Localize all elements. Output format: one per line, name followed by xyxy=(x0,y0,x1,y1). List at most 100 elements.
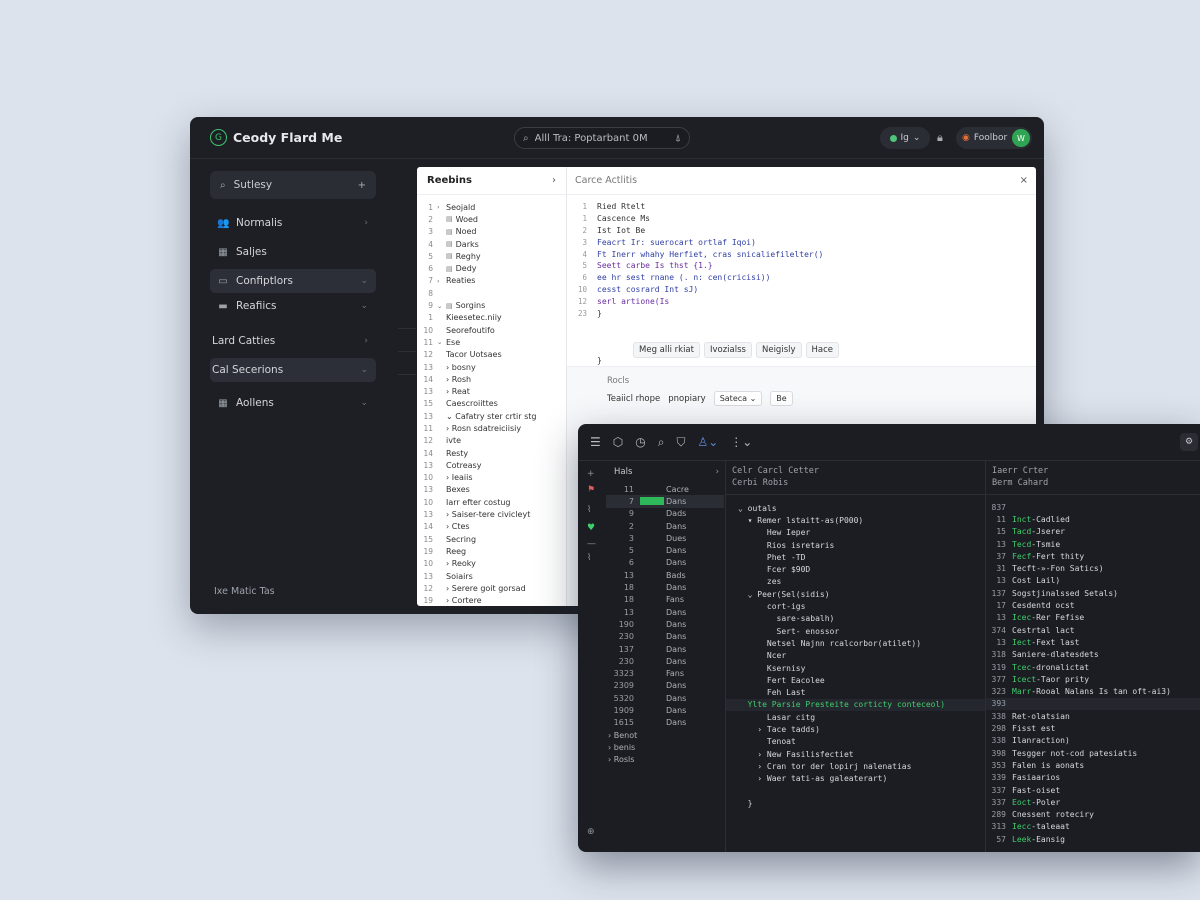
tree-row[interactable]: 1 › Seojald xyxy=(417,201,566,213)
tree-row[interactable]: 2 ▤ Woed xyxy=(417,213,566,225)
chevron-right-icon[interactable]: › xyxy=(552,175,556,186)
structure-row[interactable]: Rios isretaris xyxy=(726,539,985,551)
tree-row[interactable]: 12 ivte xyxy=(417,435,566,447)
structure-row[interactable]: Tenoat xyxy=(726,736,985,748)
result-row[interactable]: 137 Dans xyxy=(606,643,724,655)
tree-row[interactable]: 14 › Rosh xyxy=(417,373,566,385)
structure-row[interactable]: Fert Eacolee xyxy=(726,674,985,686)
tree-row[interactable]: 13 Bexes xyxy=(417,484,566,496)
structure-row[interactable]: › Cran tor der lopirj nalenatias xyxy=(726,760,985,772)
tree-row[interactable]: 19 › Cortere xyxy=(417,595,566,607)
cube-icon[interactable]: ⬡ xyxy=(613,435,623,449)
result-row[interactable]: 230 Dans xyxy=(606,631,724,643)
tree-row[interactable]: 13 › bosny xyxy=(417,361,566,373)
log-row[interactable]: 15 Tacd -Jserer xyxy=(986,526,1200,538)
log-row[interactable]: 377 Icect -Taor prity xyxy=(986,673,1200,685)
log-row[interactable]: 318 Saniere-dlatesdets xyxy=(986,649,1200,661)
structure-row[interactable]: Phet -TD xyxy=(726,551,985,563)
tree-toggle-icon[interactable]: › xyxy=(437,277,446,285)
sidebar-search-input[interactable]: ⌕ Sutlesy + xyxy=(210,171,376,199)
log-row[interactable]: 37 Fecf -Fert thity xyxy=(986,550,1200,562)
sidebar-item[interactable]: 👥 Normalis › xyxy=(210,211,376,235)
result-row[interactable]: 5320 Dans xyxy=(606,692,724,704)
link-icon[interactable]: ⌇ xyxy=(587,505,591,515)
tree-toggle-icon[interactable]: ⌄ xyxy=(437,302,446,310)
tree-row[interactable]: 10 Iarr efter costug xyxy=(417,496,566,508)
tree-row[interactable]: 19 Reeg xyxy=(417,545,566,557)
result-group-item[interactable]: › Benot xyxy=(606,729,724,741)
structure-row[interactable]: Ylte Parsie Presteite corticty conteceol… xyxy=(726,698,985,712)
tree-row[interactable]: 13 Soiairs xyxy=(417,570,566,582)
result-row[interactable]: 13 Dans xyxy=(606,606,724,618)
log-row[interactable]: 31 Tecft-»-Fon Satics) xyxy=(986,563,1200,575)
result-row[interactable]: 2309 Dans xyxy=(606,680,724,692)
tree-row[interactable]: 12 Tacor Uotsaes xyxy=(417,349,566,361)
structure-row[interactable]: ▾ Remer lstaitt-as(P000) xyxy=(726,514,985,526)
code-area[interactable]: 1 Ried Rtelt 1 Cascence Ms 2 Ist Iot Be 3 Feacr… xyxy=(567,201,1036,364)
result-row[interactable]: 18 Dans xyxy=(606,581,724,593)
heart-icon[interactable]: ♥ xyxy=(587,523,595,533)
log-row[interactable]: 298 Fisst est xyxy=(986,722,1200,734)
chevron-down-icon[interactable]: ⌄ xyxy=(360,301,368,311)
brand[interactable]: G Ceody Flard Me xyxy=(210,129,342,146)
tree-row[interactable]: 15 Secring xyxy=(417,533,566,545)
result-row[interactable]: 1909 Dans xyxy=(606,704,724,716)
result-row[interactable]: 13 Bads xyxy=(606,569,724,581)
action-chip[interactable]: Meg alli rkiat xyxy=(633,342,700,358)
structure-row[interactable]: zes xyxy=(726,576,985,588)
shield-icon[interactable]: ⛉ xyxy=(676,435,685,450)
log-row[interactable]: 337 Fast-oiset xyxy=(986,784,1200,796)
close-icon[interactable]: × xyxy=(1020,175,1028,186)
tree-row[interactable]: 1 Kieesetec.niiy xyxy=(417,312,566,324)
tree-row[interactable]: 13 › Saiser-tere civicleyt xyxy=(417,508,566,520)
search-icon[interactable]: ⌕ xyxy=(658,435,665,450)
menu-icon[interactable]: ☰ xyxy=(590,435,601,449)
result-row[interactable]: 190 Dans xyxy=(606,618,724,630)
structure-row[interactable]: Hew Ieper xyxy=(726,527,985,539)
result-row[interactable]: 3 Dues xyxy=(606,532,724,544)
action-chip[interactable]: Hace xyxy=(805,342,840,358)
tree-row[interactable]: 10 › Reoky xyxy=(417,558,566,570)
language-selector[interactable]: Ig ⌄ xyxy=(880,127,930,149)
tree-row[interactable]: 10 › Ieaiis xyxy=(417,472,566,484)
log-row[interactable]: 837 xyxy=(986,501,1200,513)
alert-icon[interactable]: ⚑ xyxy=(587,485,595,495)
plus-icon[interactable]: + xyxy=(587,469,595,479)
plus-icon[interactable]: + xyxy=(358,180,366,191)
log-row[interactable]: 13 Tecd -Tsmie xyxy=(986,538,1200,550)
result-row[interactable]: 3323 Fans xyxy=(606,668,724,680)
result-group-item[interactable]: › Rosls xyxy=(606,754,724,766)
log-row[interactable]: 17 Cesdentd ocst xyxy=(986,599,1200,611)
action-chip[interactable]: Neigisly xyxy=(755,342,802,358)
structure-row[interactable]: } xyxy=(726,797,985,809)
structure-row[interactable]: › New Fasilisfectiet xyxy=(726,748,985,760)
tree-row[interactable]: 7 › Reaties xyxy=(417,275,566,287)
tree-toggle-icon[interactable]: › xyxy=(437,203,446,211)
log-row[interactable]: 313 Iecc -taleaat xyxy=(986,821,1200,833)
sidebar-item[interactable]: ▦ Aollens ⌄ xyxy=(210,391,376,415)
log-row[interactable]: 337 Eoct -Poler xyxy=(986,796,1200,808)
action-chip[interactable]: Ivozialss xyxy=(703,342,752,358)
result-row[interactable]: 11 Cacre xyxy=(606,483,724,495)
result-group-item[interactable]: › benis xyxy=(606,741,724,753)
tree-row[interactable]: 10 Seorefoutifo xyxy=(417,324,566,336)
chevron-right-icon[interactable]: › xyxy=(716,467,719,477)
result-row[interactable]: 5 Dans xyxy=(606,545,724,557)
structure-row[interactable]: › Waer tati-as galeaterart) xyxy=(726,773,985,785)
tree-row[interactable]: 11 ⌄ Ese xyxy=(417,336,566,348)
settings-icon[interactable]: ⚙ xyxy=(1180,433,1198,451)
result-row[interactable]: 9 Dads xyxy=(606,508,724,520)
tree-row[interactable]: 11 › Rosn sdatreiciisiy xyxy=(417,422,566,434)
structure-row[interactable]: Sert- enossor xyxy=(726,625,985,637)
log-row[interactable]: 353 Falen is aonats xyxy=(986,759,1200,771)
result-row[interactable]: 2 Dans xyxy=(606,520,724,532)
log-row[interactable]: 57 Leek -Eansig xyxy=(986,833,1200,845)
structure-row[interactable]: cort-igs xyxy=(726,600,985,612)
log-row[interactable]: 13 Cost Lail) xyxy=(986,575,1200,587)
structure-row[interactable] xyxy=(726,785,985,797)
result-row[interactable]: 18 Fans xyxy=(606,594,724,606)
sidebar-item[interactable]: ▭ Confiptlors ⌄ xyxy=(210,269,376,293)
log-row[interactable]: 338 Ret-olatsian xyxy=(986,710,1200,722)
sidebar-item[interactable]: Cal Secerions ⌄ xyxy=(210,358,376,382)
tree-row[interactable]: 13 ⌄ Cafatry ster crtir stg xyxy=(417,410,566,422)
